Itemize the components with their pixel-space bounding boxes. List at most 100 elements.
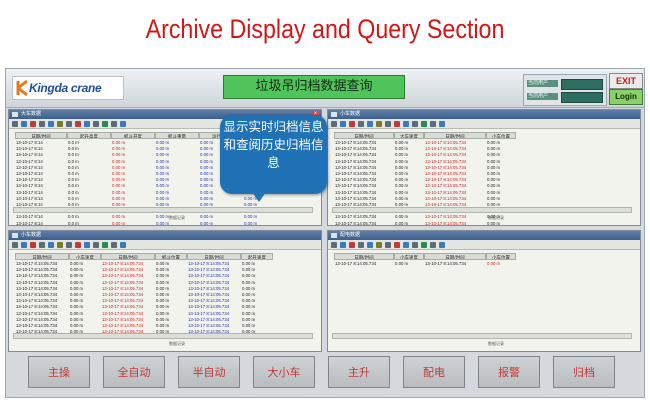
table-cell: 13-10-17 8:14:05.734 (335, 189, 377, 195)
column-header[interactable]: 日期/时间 (15, 132, 67, 139)
nav-button-trolley[interactable]: 大小车 (253, 356, 315, 388)
toolbar-icon[interactable] (376, 120, 382, 127)
panel-bottom-right: 配电数据 日期/时间 小车速度 日期/时间 小车位置 13-10-17 8:14:05.… (327, 230, 641, 352)
toolbar-icon[interactable] (349, 120, 355, 127)
toolbar-icon[interactable] (385, 241, 391, 248)
toolbar-icon[interactable] (75, 120, 81, 127)
toolbar-icon[interactable] (48, 120, 54, 127)
table-cell: 0.00 m (395, 171, 409, 176)
toolbar-icon[interactable] (421, 241, 427, 248)
toolbar-icon[interactable] (367, 241, 373, 248)
toolbar-icon[interactable] (39, 241, 45, 248)
toolbar-icon[interactable] (120, 241, 126, 248)
toolbar-icon[interactable] (430, 120, 436, 127)
table-cell: 0.00 m (156, 261, 170, 266)
toolbar-icon[interactable] (394, 120, 400, 127)
toolbar-icon[interactable] (439, 241, 445, 248)
toolbar-icon[interactable] (66, 120, 72, 127)
toolbar-icon[interactable] (430, 241, 436, 248)
table-cell: 0.0 m (68, 140, 79, 145)
toolbar-icon[interactable] (21, 120, 27, 127)
toolbar-icon[interactable] (102, 120, 108, 127)
table-cell: 0.0 m (68, 195, 79, 201)
toolbar-icon[interactable] (93, 241, 99, 248)
toolbar-icon[interactable] (403, 241, 409, 248)
nav-button-main[interactable]: 主操 (28, 356, 90, 388)
column-header[interactable]: 起升速度 (241, 253, 273, 260)
toolbar-icon[interactable] (340, 241, 346, 248)
nav-button-archive[interactable]: 归档 (553, 356, 615, 388)
horizontal-scrollbar[interactable] (13, 333, 313, 339)
exit-button[interactable]: EXIT (609, 73, 643, 89)
toolbar-icon[interactable] (403, 120, 409, 127)
toolbar-icon[interactable] (349, 241, 355, 248)
column-header[interactable]: 大车速度 (394, 132, 424, 139)
column-header[interactable]: 小车速度 (69, 253, 101, 260)
toolbar-icon[interactable] (48, 241, 54, 248)
table-cell: 0.00 m (242, 298, 256, 304)
column-header[interactable]: 日期/时间 (424, 253, 486, 260)
column-header[interactable]: 日期/时间 (15, 253, 69, 260)
table-cell: 0.00 m (70, 285, 84, 291)
toolbar-icon[interactable] (111, 120, 117, 127)
toolbar-icon[interactable] (93, 120, 99, 127)
toolbar-icon[interactable] (376, 241, 382, 248)
toolbar-icon[interactable] (57, 241, 63, 248)
toolbar-icon[interactable] (84, 241, 90, 248)
toolbar-icon[interactable] (66, 241, 72, 248)
nav-button-power[interactable]: 配电 (403, 356, 465, 388)
toolbar-icon[interactable] (30, 120, 36, 127)
column-header[interactable]: 日期/时间 (187, 253, 241, 260)
column-header[interactable]: 抓斗位置 (155, 253, 187, 260)
nav-button-alarm[interactable]: 报警 (478, 356, 540, 388)
toolbar-icon[interactable] (111, 241, 117, 248)
table-cell: 13-10-17 8:14:05.734 (16, 304, 58, 310)
column-header[interactable]: 日期/时间 (101, 253, 155, 260)
toolbar-icon[interactable] (75, 241, 81, 248)
toolbar-icon[interactable] (30, 241, 36, 248)
table-cell: 0.0 m (68, 189, 79, 195)
toolbar-icon[interactable] (120, 120, 126, 127)
table-cell: 0.00 m (395, 189, 409, 195)
toolbar-icon[interactable] (39, 120, 45, 127)
column-header[interactable]: 小车位置 (486, 253, 516, 260)
table-cell: 0.00 m (487, 140, 501, 145)
toolbar-icon[interactable] (331, 241, 337, 248)
toolbar-icon[interactable] (367, 120, 373, 127)
nav-button-semi-auto[interactable]: 半自动 (178, 356, 240, 388)
toolbar-icon[interactable] (412, 120, 418, 127)
column-header[interactable]: 抓斗开度 (111, 132, 155, 139)
toolbar-icon[interactable] (84, 120, 90, 127)
table-cell: 0.00 m (242, 292, 256, 297)
horizontal-scrollbar[interactable] (332, 207, 632, 213)
toolbar-icon[interactable] (358, 241, 364, 248)
toolbar-icon[interactable] (385, 120, 391, 127)
toolbar-icon[interactable] (12, 120, 18, 127)
toolbar-icon[interactable] (394, 241, 400, 248)
toolbar-icon[interactable] (439, 120, 445, 127)
column-header[interactable]: 日期/时间 (424, 132, 486, 139)
table-cell: 0.0 m (68, 177, 79, 183)
toolbar-icon[interactable] (12, 241, 18, 248)
column-header[interactable]: 日期/时间 (334, 253, 394, 260)
horizontal-scrollbar[interactable] (332, 333, 632, 339)
toolbar-icon[interactable] (21, 241, 27, 248)
column-header[interactable]: 起升高度 (67, 132, 111, 139)
column-header[interactable]: 小车速度 (394, 253, 424, 260)
login-button[interactable]: Login (609, 89, 643, 105)
horizontal-scrollbar[interactable] (13, 207, 313, 213)
column-header[interactable]: 日期/时间 (334, 132, 394, 139)
column-header[interactable]: 抓斗重量 (155, 132, 199, 139)
nav-button-full-auto[interactable]: 全自动 (103, 356, 165, 388)
toolbar-icon[interactable] (331, 120, 337, 127)
column-header[interactable]: 小车位置 (486, 132, 516, 139)
hmi-window: Kingda crane 垃圾吊归档数据查询 当前用户 当前用户 EXIT Lo… (5, 68, 645, 398)
toolbar-icon[interactable] (340, 120, 346, 127)
toolbar-icon[interactable] (57, 120, 63, 127)
nav-button-hoist[interactable]: 主升 (328, 356, 390, 388)
table-cell: 0.00 m (70, 292, 84, 297)
toolbar-icon[interactable] (358, 120, 364, 127)
toolbar-icon[interactable] (102, 241, 108, 248)
toolbar-icon[interactable] (421, 120, 427, 127)
toolbar-icon[interactable] (412, 241, 418, 248)
